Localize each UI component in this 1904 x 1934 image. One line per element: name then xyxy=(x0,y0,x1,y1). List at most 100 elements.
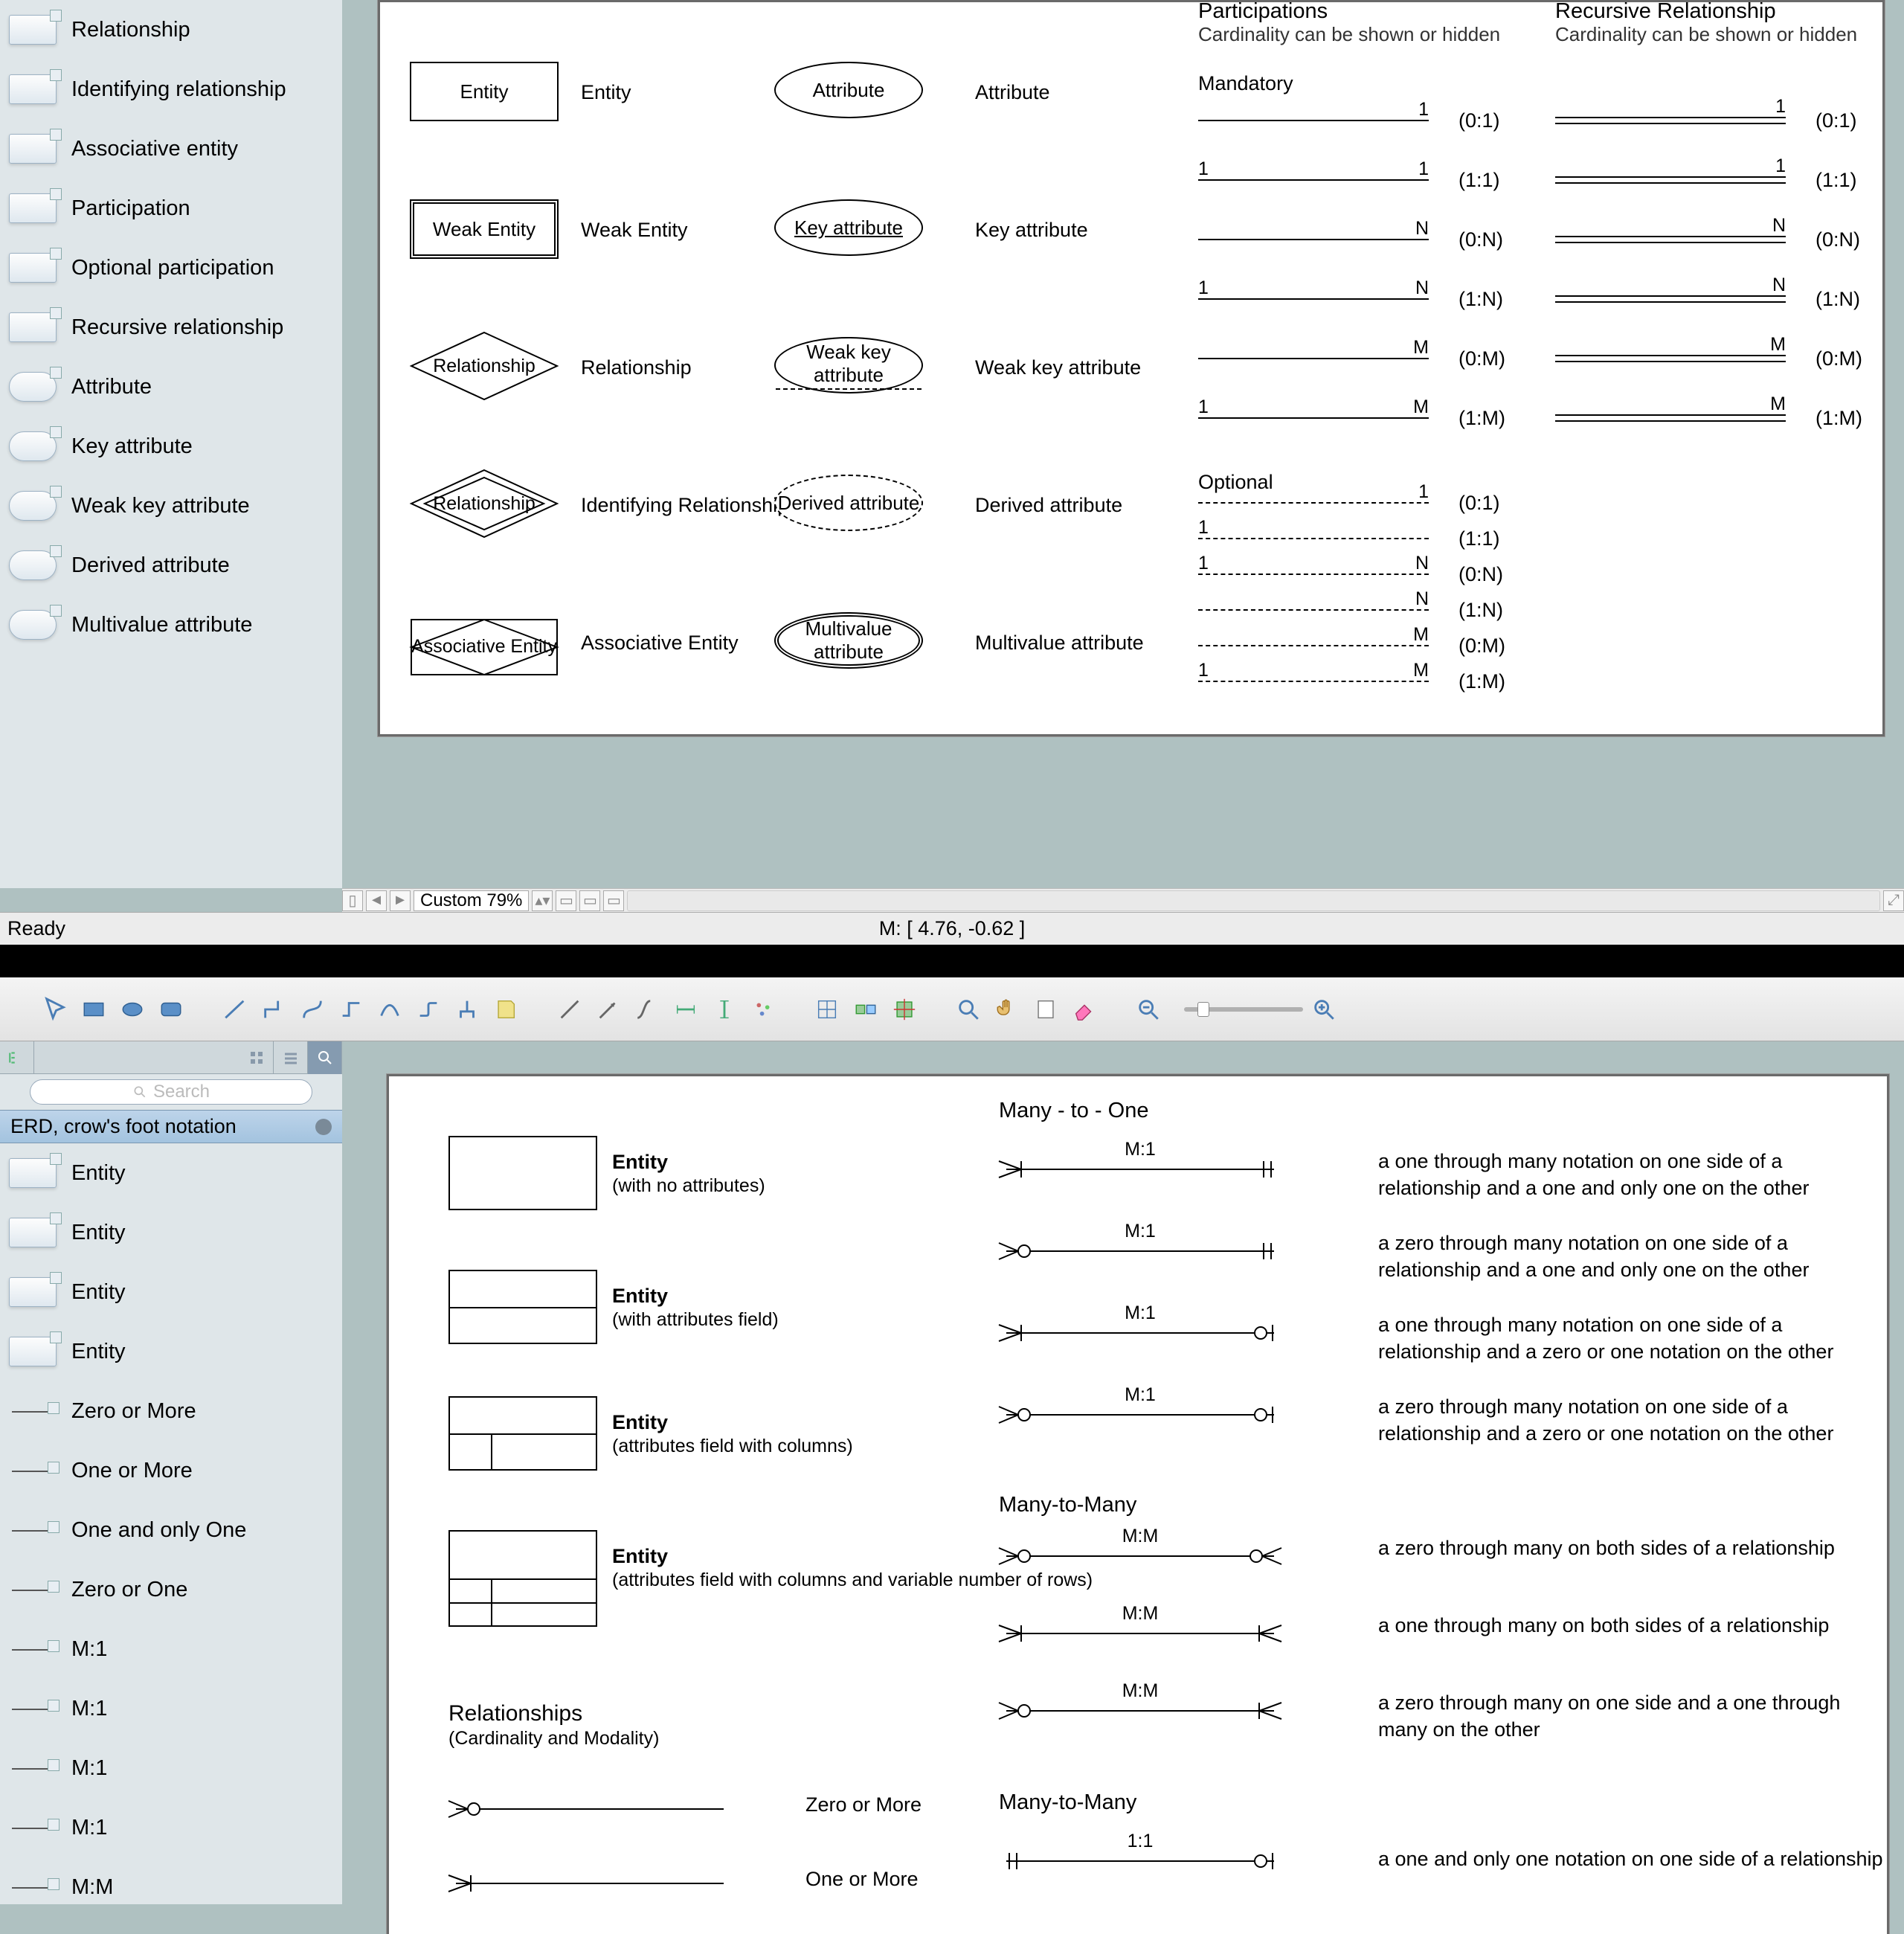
optional-participation-line[interactable]: 1N xyxy=(1198,574,1429,575)
tab-search-icon[interactable] xyxy=(308,1041,342,1074)
lib-item[interactable]: Derived attribute xyxy=(0,536,342,595)
lib-item[interactable]: Zero or One xyxy=(0,1560,342,1619)
optional-participation-line[interactable]: M xyxy=(1198,645,1429,646)
lib-item[interactable]: Relationship xyxy=(0,0,342,60)
next-page-icon[interactable]: ► xyxy=(390,890,411,911)
participation-line[interactable]: 11 xyxy=(1198,179,1429,181)
lib-item[interactable]: M:M xyxy=(0,1857,342,1904)
recursive-line[interactable]: M xyxy=(1555,414,1786,422)
line-arrow-icon[interactable] xyxy=(591,992,626,1027)
lib-item[interactable]: Key attribute xyxy=(0,417,342,476)
connector-elbow-icon[interactable] xyxy=(256,992,292,1027)
attribute-shape[interactable]: Attribute xyxy=(774,62,923,118)
cf-m1-line[interactable]: M:1 xyxy=(999,1240,1281,1262)
page-chen[interactable]: Participations Cardinality can be shown … xyxy=(378,0,1885,736)
ellipse-tool-icon[interactable] xyxy=(115,992,150,1027)
page-crow[interactable]: Entity(with no attributes) Entity(with a… xyxy=(387,1074,1889,1934)
lib-item[interactable]: Entity xyxy=(0,1322,342,1381)
lib-item[interactable]: Identifying relationship xyxy=(0,60,342,119)
recursive-line[interactable]: N xyxy=(1555,236,1786,243)
cf-rel-line[interactable] xyxy=(448,1798,731,1820)
eraser-icon[interactable] xyxy=(1067,992,1102,1027)
lib-item[interactable]: M:1 xyxy=(0,1738,342,1798)
recursive-line[interactable]: 1 xyxy=(1555,176,1786,184)
note-tool-icon[interactable] xyxy=(488,992,524,1027)
derived-attribute-shape[interactable]: Derived attribute xyxy=(774,475,923,531)
cf-entity-shape[interactable] xyxy=(448,1136,597,1210)
tab-list-icon[interactable] xyxy=(274,1041,308,1074)
view-mode-1-icon[interactable]: ▭ xyxy=(556,890,576,911)
weak-entity-shape[interactable]: Weak Entity xyxy=(410,199,559,259)
optional-participation-line[interactable]: 1M xyxy=(1198,681,1429,682)
weak-key-attribute-shape[interactable]: Weak key attribute xyxy=(774,337,923,393)
relationship-shape[interactable]: Relationship xyxy=(410,331,559,401)
cf-entity-shape[interactable] xyxy=(448,1396,597,1471)
stepper-icon[interactable]: ▴▾ xyxy=(532,890,553,911)
optional-participation-line[interactable]: 1 xyxy=(1198,538,1429,539)
multivalue-attribute-shape[interactable]: Multivalue attribute xyxy=(774,612,923,669)
cf-entity-shape[interactable] xyxy=(448,1270,597,1344)
associative-entity-shape[interactable]: Associative Entity xyxy=(410,606,559,688)
recursive-line[interactable]: M xyxy=(1555,355,1786,362)
snap-guides-icon[interactable] xyxy=(887,992,922,1027)
lib-item[interactable]: One or More xyxy=(0,1441,342,1500)
connector-curve-icon[interactable] xyxy=(295,992,330,1027)
snap-obj-icon[interactable] xyxy=(848,992,884,1027)
roundrect-tool-icon[interactable] xyxy=(153,992,189,1027)
cf-entity-shape[interactable] xyxy=(448,1530,597,1627)
lib-item[interactable]: Recursive relationship xyxy=(0,298,342,357)
cf-m1-line[interactable]: M:1 xyxy=(999,1158,1281,1180)
lib-item[interactable]: Entity xyxy=(0,1262,342,1322)
spline-icon[interactable] xyxy=(629,992,665,1027)
panel-split-icon[interactable]: ▯ xyxy=(342,890,363,911)
lib-item[interactable]: Entity xyxy=(0,1203,342,1262)
dimension-h-icon[interactable] xyxy=(668,992,704,1027)
lib-item[interactable]: Associative entity xyxy=(0,119,342,179)
close-icon[interactable] xyxy=(315,1119,332,1135)
cf-mm-line[interactable]: M:M xyxy=(999,1622,1281,1645)
lib-item[interactable]: Optional participation xyxy=(0,238,342,298)
participation-line[interactable]: 1M xyxy=(1198,417,1429,419)
lib-item[interactable]: Weak key attribute xyxy=(0,476,342,536)
print-area-icon[interactable] xyxy=(1028,992,1064,1027)
spray-icon[interactable] xyxy=(745,992,781,1027)
connector-line-icon[interactable] xyxy=(217,992,253,1027)
connector-arc-icon[interactable] xyxy=(372,992,408,1027)
tab-tree-icon[interactable] xyxy=(0,1041,34,1074)
lib-item[interactable]: M:1 xyxy=(0,1798,342,1857)
library-header-crow[interactable]: ERD, crow's foot notation xyxy=(0,1110,342,1143)
cf-mm-line[interactable]: M:M xyxy=(999,1545,1281,1567)
lib-item[interactable]: Participation xyxy=(0,179,342,238)
participation-line[interactable]: N xyxy=(1198,239,1429,240)
search-input[interactable]: Search xyxy=(30,1079,312,1105)
key-attribute-shape[interactable]: Key attribute xyxy=(774,199,923,256)
entity-shape[interactable]: Entity xyxy=(410,62,559,121)
identifying-relationship-shape[interactable]: Relationship xyxy=(410,469,559,539)
lib-item[interactable]: M:1 xyxy=(0,1619,342,1679)
recursive-line[interactable]: 1 xyxy=(1555,117,1786,124)
connector-smart-icon[interactable] xyxy=(333,992,369,1027)
lib-item[interactable]: Zero or More xyxy=(0,1381,342,1441)
zoom-tool-icon[interactable] xyxy=(951,992,986,1027)
tab-grid-icon[interactable] xyxy=(239,1041,274,1074)
view-mode-2-icon[interactable]: ▭ xyxy=(579,890,600,911)
cf-m1-line[interactable]: M:1 xyxy=(999,1322,1281,1344)
lib-item[interactable]: M:1 xyxy=(0,1679,342,1738)
zoom-in-icon[interactable] xyxy=(1306,992,1342,1027)
pointer-tool-icon[interactable] xyxy=(37,992,73,1027)
lib-item[interactable]: Multivalue attribute xyxy=(0,595,342,655)
optional-participation-line[interactable]: 1 xyxy=(1198,502,1429,504)
canvas-crow[interactable]: Entity(with no attributes) Entity(with a… xyxy=(342,1041,1904,1904)
lib-item[interactable]: Attribute xyxy=(0,357,342,417)
lib-item[interactable]: Entity xyxy=(0,1143,342,1203)
optional-participation-line[interactable]: N xyxy=(1198,609,1429,611)
participation-line[interactable]: 1 xyxy=(1198,120,1429,121)
line-diag-icon[interactable] xyxy=(552,992,588,1027)
recursive-line[interactable]: N xyxy=(1555,295,1786,303)
participation-line[interactable]: M xyxy=(1198,358,1429,359)
canvas-chen[interactable]: Participations Cardinality can be shown … xyxy=(342,0,1904,888)
cf-m1-line[interactable]: M:1 xyxy=(999,1404,1281,1426)
fit-page-icon[interactable]: ⤢ xyxy=(1883,890,1904,911)
connector-round-icon[interactable] xyxy=(411,992,446,1027)
hscroll-track[interactable] xyxy=(627,890,1880,911)
